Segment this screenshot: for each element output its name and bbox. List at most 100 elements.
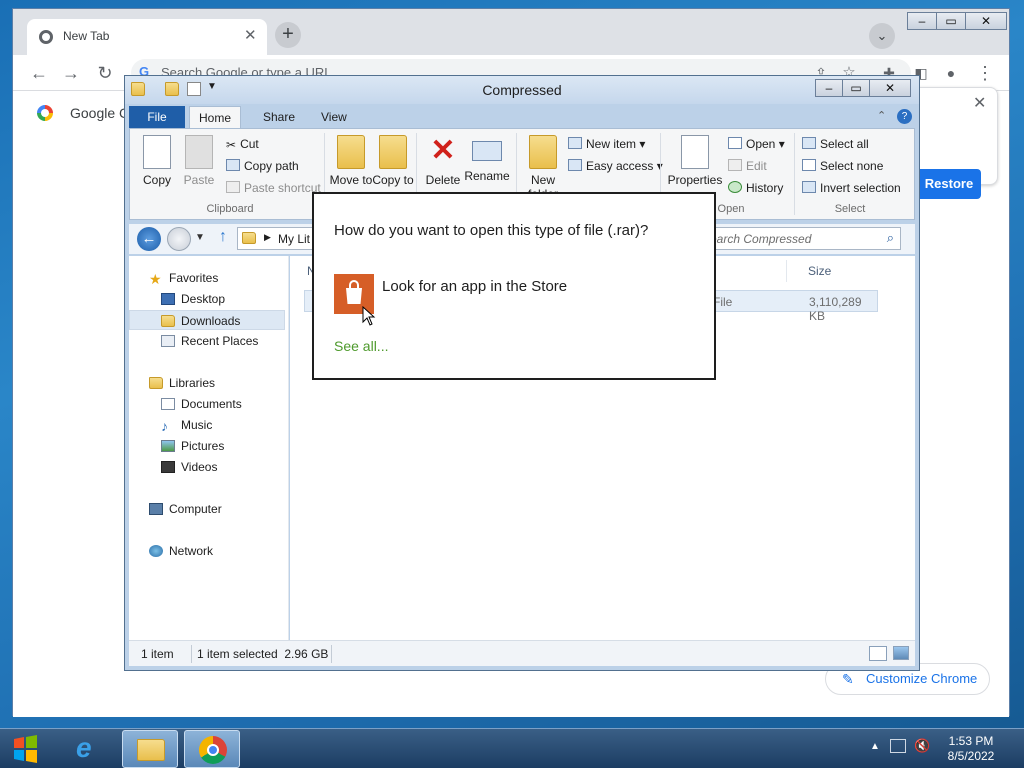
tab-close-icon[interactable]: ✕ — [244, 26, 257, 44]
copy-path-icon — [226, 159, 240, 171]
nav-recent-places[interactable]: Recent Places — [129, 331, 285, 351]
back-arrow-icon[interactable]: ← — [27, 61, 51, 85]
cut-button[interactable]: ✂ Cut — [226, 137, 259, 155]
collapse-ribbon-icon[interactable]: ⌃ — [877, 109, 886, 122]
taskbar-chrome[interactable] — [184, 730, 240, 768]
recent-locations-icon[interactable]: ▼ — [195, 232, 205, 243]
search-field[interactable]: earch Compressed ⌕ — [705, 227, 901, 250]
chrome-tabstrip: New Tab ✕ + ⌄ – ▭ ✕ — [13, 9, 1009, 55]
nav-favorites[interactable]: ★ Favorites — [129, 268, 285, 288]
taskbar-file-explorer[interactable] — [122, 730, 178, 768]
nav-computer[interactable]: Computer — [129, 499, 285, 519]
column-header-size[interactable]: Size — [808, 264, 831, 278]
search-icon[interactable]: ⌕ — [887, 230, 894, 246]
nav-downloads[interactable]: Downloads — [129, 310, 285, 330]
menu-icon[interactable]: ⋮ — [973, 61, 997, 85]
copy-to-button[interactable]: Copy to — [370, 135, 416, 187]
delete-button[interactable]: ✕ Delete — [420, 134, 466, 188]
profile-icon[interactable]: ● — [939, 61, 963, 85]
history-button[interactable]: History — [728, 181, 783, 199]
edit-icon — [728, 159, 742, 171]
nav-videos[interactable]: Videos — [129, 457, 285, 477]
paste-shortcut-icon — [226, 181, 240, 193]
store-option-label[interactable]: Look for an app in the Store — [382, 278, 567, 295]
libraries-icon — [149, 377, 163, 389]
explorer-close-button[interactable]: ✕ — [869, 79, 911, 97]
invert-selection-button[interactable]: Invert selection — [802, 181, 901, 199]
nav-libraries[interactable]: Libraries — [129, 373, 285, 393]
new-tab-button[interactable]: + — [275, 22, 301, 48]
easy-access-button[interactable]: Easy access ▾ — [568, 159, 663, 177]
select-all-button[interactable]: Select all — [802, 137, 869, 155]
move-to-icon — [337, 135, 365, 169]
chrome-close-button[interactable]: ✕ — [965, 12, 1007, 30]
network-tray-icon[interactable] — [890, 739, 906, 753]
chrome-maximize-button[interactable]: ▭ — [936, 12, 966, 30]
chrome-minimize-button[interactable]: – — [907, 12, 937, 30]
explorer-minimize-button[interactable]: – — [815, 79, 843, 97]
open-with-dialog: How do you want to open this type of fil… — [312, 192, 716, 380]
chrome-favicon-icon — [39, 30, 53, 44]
status-divider — [331, 645, 332, 663]
rename-button[interactable]: Rename — [464, 135, 510, 183]
clock-date: 8/5/2022 — [947, 749, 995, 763]
open-button[interactable]: Open ▾ — [728, 137, 785, 155]
restore-button[interactable]: Restore — [917, 169, 981, 199]
details-view-icon[interactable] — [869, 646, 887, 661]
reload-icon[interactable]: ↻ — [93, 61, 117, 85]
breadcrumb-chevron-icon[interactable]: ▶ — [264, 232, 271, 243]
delete-x-icon: ✕ — [430, 134, 456, 167]
help-icon[interactable]: ? — [897, 109, 912, 124]
large-icons-view-icon[interactable] — [893, 646, 909, 660]
edit-button[interactable]: Edit — [728, 159, 767, 177]
nav-pictures[interactable]: Pictures — [129, 436, 285, 456]
forward-arrow-icon[interactable]: → — [59, 61, 83, 85]
nav-desktop[interactable]: Desktop — [129, 289, 285, 309]
tab-home[interactable]: Home — [189, 106, 241, 128]
paste-button[interactable]: Paste — [176, 135, 222, 187]
explorer-maximize-button[interactable]: ▭ — [842, 79, 870, 97]
new-item-button[interactable]: New item ▾ — [568, 137, 645, 155]
restore-close-icon[interactable]: ✕ — [973, 93, 986, 113]
desktop-icon — [161, 293, 175, 305]
chrome-icon — [199, 736, 227, 764]
new-folder-icon — [529, 135, 557, 169]
tab-new-tab[interactable]: New Tab ✕ — [27, 19, 267, 55]
tab-share[interactable]: Share — [251, 106, 307, 128]
see-all-link[interactable]: See all... — [334, 338, 388, 354]
taskbar: e ▲ 🔇 1:53 PM 8/5/2022 — [0, 728, 1024, 768]
star-icon: ★ — [149, 271, 162, 287]
show-hidden-icons-icon[interactable]: ▲ — [870, 741, 880, 752]
documents-icon — [161, 398, 175, 410]
taskbar-internet-explorer[interactable]: e — [62, 730, 118, 768]
copy-path-button[interactable]: Copy path — [226, 159, 299, 177]
tab-search-icon[interactable]: ⌄ — [869, 23, 895, 49]
rename-icon — [472, 141, 502, 161]
forward-arrow-icon[interactable] — [167, 227, 191, 251]
column-divider[interactable] — [786, 260, 787, 282]
search-input[interactable]: earch Compressed — [710, 232, 811, 246]
start-button[interactable] — [6, 731, 46, 767]
bookmark-google[interactable]: Google C — [70, 105, 129, 121]
clock[interactable]: 1:53 PM 8/5/2022 — [936, 734, 1006, 764]
up-arrow-icon[interactable]: ↑ — [219, 228, 227, 246]
tab-view[interactable]: View — [309, 106, 359, 128]
copy-button[interactable]: Copy — [134, 135, 180, 187]
volume-muted-icon[interactable]: 🔇 — [914, 738, 930, 754]
nav-documents[interactable]: Documents — [129, 394, 285, 414]
tab-file[interactable]: File — [129, 106, 185, 128]
properties-button[interactable]: Properties — [664, 135, 726, 187]
network-globe-icon — [149, 545, 163, 557]
nav-network[interactable]: Network — [129, 541, 285, 561]
back-arrow-icon[interactable]: ← — [137, 227, 161, 251]
internet-explorer-icon: e — [76, 732, 92, 763]
file-explorer-icon — [137, 739, 165, 761]
nav-music[interactable]: ♪ Music — [129, 415, 285, 435]
new-item-icon — [568, 137, 582, 149]
paste-shortcut-button[interactable]: Paste shortcut — [226, 181, 321, 199]
select-all-icon — [802, 137, 816, 149]
move-to-button[interactable]: Move to — [328, 135, 374, 187]
copy-to-icon — [379, 135, 407, 169]
select-none-button[interactable]: Select none — [802, 159, 883, 177]
file-size-cell: 3,110,289 KB — [809, 295, 862, 323]
